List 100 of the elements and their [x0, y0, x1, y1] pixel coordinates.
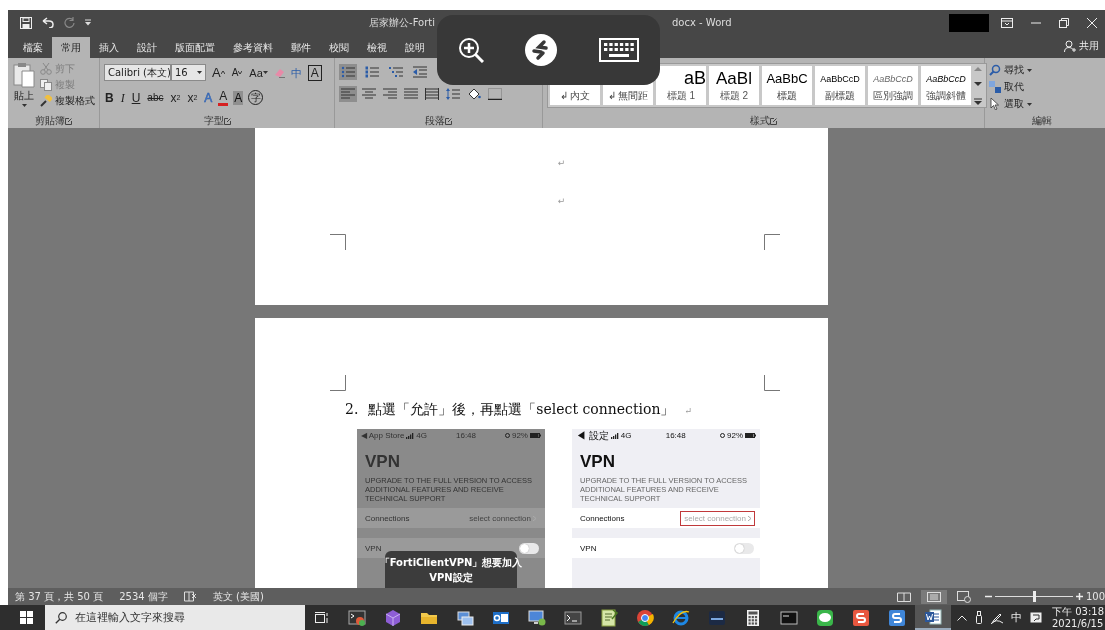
save-icon[interactable] [20, 16, 32, 29]
font-button[interactable]: A [218, 89, 229, 106]
app-tile-icon[interactable] [708, 608, 726, 627]
dialog-launcher-icon[interactable] [445, 117, 452, 125]
ribbon-tab[interactable]: 說明 [396, 37, 434, 58]
font-button[interactable]: A [211, 65, 226, 80]
undo-icon[interactable] [42, 17, 54, 28]
dialog-launcher-icon[interactable] [770, 117, 777, 125]
font-size-field[interactable]: 16 [171, 64, 206, 81]
paragraph-mark: ↵ [557, 158, 566, 168]
console-icon[interactable] [564, 608, 582, 627]
line-spacing-icon[interactable] [446, 88, 460, 100]
paste-button[interactable]: 貼上 [12, 62, 36, 114]
font-button[interactable]: abc [146, 90, 165, 105]
dialog-launcher-icon[interactable] [65, 117, 72, 125]
font-button[interactable]: A [230, 65, 244, 80]
usb-drive-icon[interactable] [975, 611, 983, 624]
style-item[interactable]: aB 標題 1 [656, 66, 706, 105]
scroll-down-icon[interactable] [974, 82, 982, 87]
zoom-percentage[interactable]: 100 [1085, 591, 1105, 602]
font-button[interactable]: B [104, 90, 115, 105]
zoom-in-icon[interactable] [457, 37, 484, 63]
pen-icon[interactable] [991, 611, 1003, 624]
read-mode-icon[interactable] [896, 591, 911, 602]
editing-button[interactable]: 選取 [989, 97, 1032, 111]
input-method-indicator[interactable]: 中 [1011, 610, 1022, 625]
multilevel-list-icon[interactable] [389, 66, 403, 78]
group-label: 樣式 [750, 114, 770, 128]
battery-icon [745, 433, 756, 438]
ribbon-tab[interactable]: 常用 [52, 37, 90, 58]
vpn-toggle[interactable] [519, 542, 539, 554]
ribbon-tab[interactable]: 檔案 [14, 37, 52, 58]
ribbon-tab[interactable]: 檢視 [358, 37, 396, 58]
page-count[interactable]: 第 37 頁，共 50 頁 [15, 589, 104, 604]
computer-network-icon[interactable] [456, 608, 474, 627]
font-name-field[interactable]: Calibri (本文) [104, 64, 171, 81]
ribbon-tab[interactable]: 版面配置 [166, 37, 224, 58]
ribbon-tab[interactable]: 校閱 [320, 37, 358, 58]
style-item[interactable]: AaBbC 標題 [762, 66, 812, 105]
ribbon-tab[interactable]: 參考資料 [224, 37, 282, 58]
paintbrush-icon [40, 95, 52, 107]
distributed-icon[interactable] [425, 88, 439, 100]
close-icon[interactable] [1087, 17, 1097, 28]
command-window-icon[interactable] [780, 608, 798, 627]
clock[interactable]: 下午 03:18 2021/6/15 [1052, 605, 1104, 630]
print-layout-icon[interactable] [926, 591, 941, 602]
clipboard-button[interactable]: 複製格式 [40, 94, 95, 108]
word-count[interactable]: 2534 個字 [119, 589, 168, 604]
font-button[interactable]: Aa [248, 65, 269, 80]
proofing-icon[interactable] [183, 591, 197, 602]
web-layout-icon[interactable] [956, 590, 971, 603]
style-item[interactable]: AaBbCcD 強調斜體 [921, 66, 971, 105]
font-button[interactable]: A [307, 64, 322, 81]
task-view-icon[interactable] [315, 611, 329, 624]
caret-up-icon [220, 71, 225, 74]
numbering-icon[interactable] [365, 66, 379, 78]
style-item[interactable]: AaBbCcD 區別強調 [868, 66, 918, 105]
word-document-icon[interactable] [924, 607, 942, 626]
vpn-toggle[interactable] [734, 542, 754, 554]
signal-icon [610, 432, 619, 439]
connection-picker[interactable]: select connection [466, 511, 539, 525]
restore-icon[interactable] [1059, 17, 1069, 28]
font-button[interactable]: x$^{2}$ [186, 90, 199, 105]
font-button[interactable]: U [130, 90, 142, 105]
terminal-palette-icon[interactable] [348, 608, 366, 627]
network-type: 4G [620, 431, 632, 440]
row-label: Connections [580, 513, 625, 523]
customize-toolbar-icon[interactable] [85, 19, 91, 26]
ribbon-display-icon[interactable] [1001, 17, 1013, 28]
ribbon-tab[interactable]: 插入 [90, 37, 128, 58]
windows-start-icon[interactable] [20, 611, 33, 624]
notepad-icon[interactable] [600, 608, 618, 627]
cube-icon[interactable] [384, 608, 402, 627]
ribbon-tab[interactable]: 設計 [128, 37, 166, 58]
style-item[interactable]: AaBbCcD 副標題 [815, 66, 865, 105]
style-item[interactable]: AaBl 標題 2 [709, 66, 759, 105]
redo-icon[interactable] [64, 17, 75, 28]
chevron-up-icon[interactable] [957, 614, 967, 621]
chat-bubble-icon[interactable] [816, 608, 834, 627]
s-logo-icon[interactable] [888, 608, 906, 627]
calculator-icon[interactable] [744, 608, 762, 627]
zoom-out-icon[interactable] [984, 593, 992, 600]
browser-icon[interactable] [636, 608, 654, 627]
s-logo-icon[interactable] [852, 608, 870, 627]
notification-icon[interactable] [1030, 612, 1042, 623]
keyboard-icon[interactable] [599, 38, 640, 62]
paint-bucket-icon[interactable] [467, 88, 481, 100]
globe-icon[interactable] [672, 608, 690, 627]
borders-icon[interactable] [488, 88, 502, 100]
more-styles-icon[interactable] [974, 98, 982, 105]
dialog-launcher-icon[interactable] [223, 117, 231, 125]
editing-button[interactable]: 取代 [989, 80, 1032, 94]
decrease-indent-icon[interactable] [413, 66, 427, 78]
zoom-in-icon[interactable] [1075, 593, 1083, 600]
editing-button[interactable]: 尋找 [989, 63, 1032, 77]
font-button[interactable]: I [119, 90, 126, 105]
share-button[interactable]: 共用 [1064, 39, 1099, 53]
font-button[interactable]: A [233, 90, 244, 105]
ribbon-tab[interactable]: 郵件 [282, 37, 320, 58]
language-indicator[interactable]: 英文 (美國) [212, 589, 264, 604]
